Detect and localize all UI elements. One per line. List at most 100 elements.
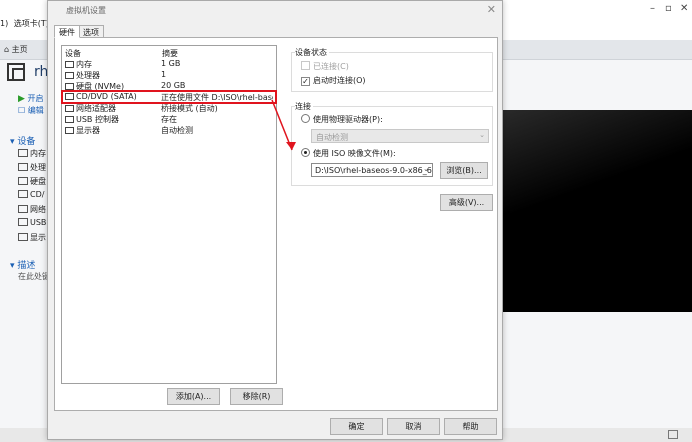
network-icon — [65, 105, 74, 112]
monitor-icon — [65, 127, 74, 134]
dialog-title: 虚拟机设置 — [66, 6, 106, 15]
power-on-label: 开启 — [27, 94, 44, 103]
remove-device-button[interactable]: 移除(R) — [230, 388, 283, 405]
iso-image-radio[interactable]: 使用 ISO 映像文件(M): — [301, 148, 396, 159]
connect-on-start-label: 启动时连接(O) — [313, 76, 366, 85]
side-device-label: 处理 — [30, 163, 46, 172]
physical-drive-select[interactable]: 自动检测 ⌄ — [311, 129, 489, 143]
chevron-down-icon: ⌄ — [479, 131, 485, 139]
device-summary: 1 GB — [161, 59, 181, 68]
edit-icon: ☐ — [18, 106, 26, 115]
maximize-icon[interactable]: ▫ — [665, 3, 672, 14]
edit-label: 编辑 — [27, 106, 44, 115]
connected-checkbox[interactable]: 已连接(C) — [301, 61, 349, 72]
device-list[interactable]: 设备 摘要 内存 1 GB 处理器 1 硬盘 (NVMe) 20 GB CD/D… — [61, 45, 277, 384]
menu-item[interactable]: 1) — [0, 19, 8, 28]
devices-header-label: 设备 — [17, 137, 36, 147]
device-name: 处理器 — [76, 71, 100, 80]
device-row-cpu[interactable]: 处理器 1 — [63, 70, 275, 80]
advanced-button[interactable]: 高级(V)... — [440, 194, 493, 211]
memory-icon — [18, 149, 28, 157]
device-name: 显示器 — [76, 126, 100, 135]
device-name: 网络适配器 — [76, 104, 116, 113]
cpu-icon — [18, 163, 28, 171]
side-device-label: USB — [30, 218, 47, 227]
vm-screen-preview[interactable] — [500, 110, 692, 312]
iso-path-combobox[interactable]: D:\ISO\rhel-baseos-9.0-x86_6 ⌄ — [311, 163, 433, 177]
device-summary: 1 — [161, 70, 167, 79]
power-on-link[interactable]: ▶ 开启 — [18, 93, 43, 104]
side-device-item[interactable]: 硬盘 — [18, 176, 46, 187]
side-device-item[interactable]: CD/ — [18, 190, 44, 199]
side-device-label: 网络 — [30, 205, 46, 214]
column-device: 设备 — [65, 49, 81, 58]
side-device-label: 内存 — [30, 149, 46, 158]
cpu-icon — [65, 72, 74, 79]
app-menubar: 1) 选项卡(T) — [0, 18, 52, 29]
menu-item-tabs[interactable]: 选项卡(T) — [14, 19, 49, 28]
side-device-item[interactable]: USB — [18, 218, 46, 227]
device-row-disk[interactable]: 硬盘 (NVMe) 20 GB — [63, 81, 275, 91]
memory-icon — [65, 61, 74, 68]
device-name: 硬盘 (NVMe) — [76, 82, 125, 91]
device-row-monitor[interactable]: 显示器 自动检测 — [63, 125, 275, 135]
help-button[interactable]: 帮助 — [444, 418, 497, 435]
radio-on-icon — [301, 148, 310, 157]
edit-settings-link[interactable]: ☐ 编辑 — [18, 105, 44, 116]
vm-icon — [7, 63, 25, 81]
description-placeholder[interactable]: 在此处键 — [18, 271, 50, 282]
check-icon: ✓ — [301, 77, 310, 86]
dialog-close-icon[interactable]: ✕ — [487, 3, 496, 16]
iso-path-value: D:\ISO\rhel-baseos-9.0-x86_6 — [315, 166, 432, 175]
side-device-label: 硬盘 — [30, 177, 46, 186]
device-row-memory[interactable]: 内存 1 GB — [63, 59, 275, 69]
device-summary: 存在 — [161, 115, 177, 124]
play-icon: ▶ — [18, 94, 25, 104]
side-device-item[interactable]: 显示 — [18, 232, 46, 243]
side-device-item[interactable]: 处理 — [18, 162, 46, 173]
tab-home[interactable]: ⌂ 主页 — [4, 44, 28, 55]
device-summary: 桥接模式 (自动) — [161, 104, 218, 113]
connect-on-start-checkbox[interactable]: ✓ 启动时连接(O) — [301, 75, 366, 86]
device-row-usb[interactable]: USB 控制器 存在 — [63, 114, 275, 124]
message-icon[interactable] — [668, 430, 678, 439]
connection-label: 连接 — [295, 101, 313, 112]
cancel-button[interactable]: 取消 — [387, 418, 440, 435]
side-device-item[interactable]: 内存 — [18, 148, 46, 159]
disk-icon — [18, 177, 28, 185]
physical-drive-value: 自动检测 — [316, 133, 348, 142]
usb-icon — [65, 116, 74, 123]
checkbox-box — [301, 61, 310, 70]
description-section-header[interactable]: ▾ 描述 — [10, 258, 35, 271]
tab-hardware[interactable]: 硬件 — [54, 25, 80, 38]
device-status-group — [291, 52, 493, 92]
device-name: USB 控制器 — [76, 115, 119, 124]
hardware-panel: 设备 摘要 内存 1 GB 处理器 1 硬盘 (NVMe) 20 GB CD/D… — [54, 37, 498, 411]
device-name: 内存 — [76, 60, 92, 69]
side-device-label: CD/ — [30, 190, 45, 199]
device-row-cd-dvd[interactable]: CD/DVD (SATA) 正在使用文件 D:\ISO\rhel-base — [61, 90, 277, 104]
chevron-down-icon: ⌄ — [423, 165, 429, 173]
vm-settings-dialog: 虚拟机设置 ✕ 硬件 选项 设备 摘要 内存 1 GB 处理器 1 硬盘 (NV… — [47, 0, 503, 440]
close-icon[interactable]: ✕ — [680, 3, 688, 14]
network-icon — [18, 205, 28, 213]
side-device-item[interactable]: 网络 — [18, 204, 46, 215]
desc-header-label: 描述 — [17, 261, 36, 271]
monitor-icon — [18, 233, 28, 241]
tab-home-label: 主页 — [11, 45, 28, 54]
device-name: CD/DVD (SATA) — [76, 92, 137, 101]
device-status-label: 设备状态 — [295, 47, 329, 58]
devices-section-header[interactable]: ▾ 设备 — [10, 134, 35, 147]
physical-drive-label: 使用物理驱动器(P): — [313, 115, 383, 124]
browse-button[interactable]: 浏览(B)... — [440, 162, 488, 179]
add-device-button[interactable]: 添加(A)... — [167, 388, 220, 405]
minimize-icon[interactable]: – — [650, 3, 655, 14]
usb-icon — [18, 218, 28, 226]
cd-icon — [18, 190, 28, 198]
physical-drive-radio[interactable]: 使用物理驱动器(P): — [301, 114, 383, 125]
device-row-network[interactable]: 网络适配器 桥接模式 (自动) — [63, 103, 275, 113]
ok-button[interactable]: 确定 — [330, 418, 383, 435]
disk-icon — [65, 83, 74, 90]
home-icon: ⌂ — [4, 45, 10, 54]
radio-off-icon — [301, 114, 310, 123]
